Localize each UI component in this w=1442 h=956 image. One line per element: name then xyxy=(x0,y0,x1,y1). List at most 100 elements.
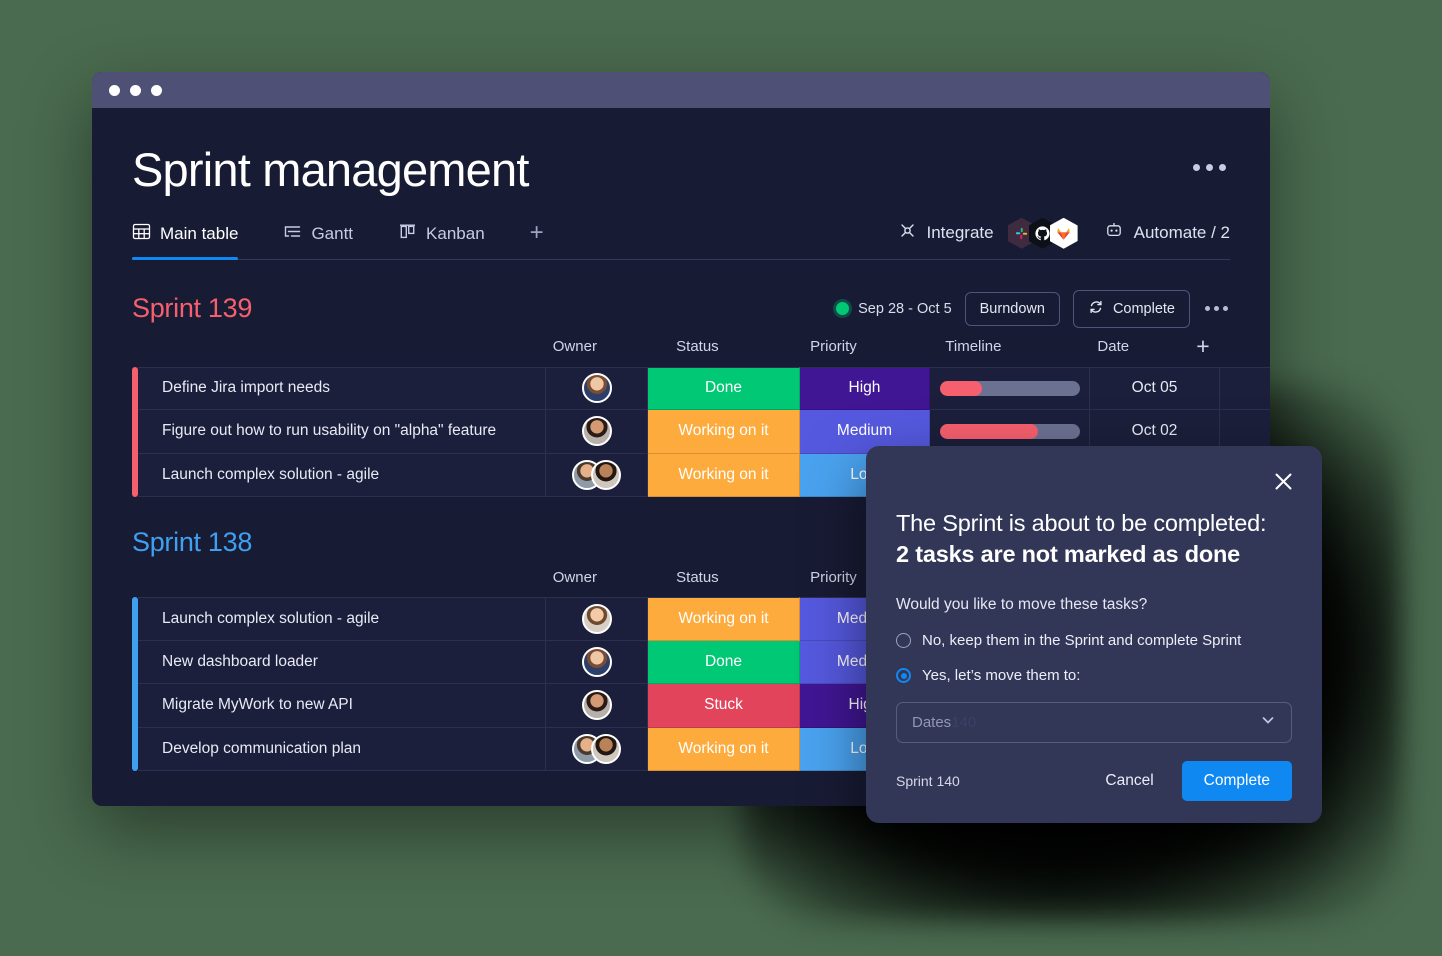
sprint-date-range: Sep 28 - Oct 5 xyxy=(836,301,952,317)
status-cell[interactable]: Working on it xyxy=(648,597,800,641)
avatar[interactable] xyxy=(591,733,621,764)
owner-cell[interactable] xyxy=(546,597,648,641)
tab-main-table-label: Main table xyxy=(160,223,239,243)
owner-cell[interactable] xyxy=(546,727,648,772)
dialog-footer-note: Sprint 140 xyxy=(896,773,960,789)
add-view-button[interactable]: + xyxy=(530,220,544,257)
column-header-owner[interactable]: Owner xyxy=(526,338,624,355)
task-name-cell[interactable]: Define Jira import needs xyxy=(138,366,546,411)
owner-avatars xyxy=(581,373,612,404)
board-tools: Integrate Automate / 2 xyxy=(898,217,1230,259)
column-header-timeline[interactable]: Timeline xyxy=(896,338,1050,355)
tab-gantt[interactable]: Gantt xyxy=(283,219,370,259)
column-header-owner[interactable]: Owner xyxy=(526,569,624,586)
gantt-icon xyxy=(283,222,302,246)
avatar[interactable] xyxy=(581,416,612,447)
timeline-bar[interactable] xyxy=(939,423,1080,439)
owner-cell[interactable] xyxy=(546,684,648,728)
status-cell[interactable]: Working on it xyxy=(648,410,800,454)
screenshot-stage: Sprint management Main table Gantt Kanba… xyxy=(0,0,1442,956)
window-dot-minimize[interactable] xyxy=(130,84,141,96)
status-cell[interactable]: Working on it xyxy=(648,727,800,772)
integrate-button[interactable]: Integrate xyxy=(898,217,1078,249)
window-dot-maximize[interactable] xyxy=(151,84,162,96)
gitlab-icon xyxy=(1049,217,1078,249)
window-dot-close[interactable] xyxy=(109,84,120,96)
tab-kanban-label: Kanban xyxy=(426,223,485,243)
close-icon[interactable] xyxy=(1266,464,1300,498)
tab-kanban[interactable]: Kanban xyxy=(398,219,502,259)
robot-icon xyxy=(1104,221,1124,246)
dialog-heading: The Sprint is about to be completed: 2 t… xyxy=(896,508,1292,570)
status-cell[interactable]: Stuck xyxy=(648,684,800,728)
burndown-button[interactable]: Burndown xyxy=(964,291,1060,326)
group-header: Sprint 139 Sep 28 - Oct 5 Burndown Compl… xyxy=(132,289,1230,328)
sprint-date-range-label: Sep 28 - Oct 5 xyxy=(858,300,952,317)
status-cell[interactable]: Working on it xyxy=(648,453,800,498)
window-titlebar xyxy=(92,72,1270,108)
kanban-icon xyxy=(398,222,417,246)
table-icon xyxy=(132,222,151,246)
option-keep-in-sprint[interactable]: No, keep them in the Sprint and complete… xyxy=(896,632,1292,649)
complete-button[interactable]: Complete xyxy=(1181,761,1292,801)
task-name-cell[interactable]: New dashboard loader xyxy=(138,640,546,685)
dialog-actions: Cancel Complete xyxy=(1093,761,1292,801)
task-name-cell[interactable]: Figure out how to run usability on "alph… xyxy=(138,410,546,454)
owner-avatars xyxy=(572,459,621,490)
title-row: Sprint management xyxy=(132,130,1230,196)
cancel-button[interactable]: Cancel xyxy=(1093,763,1165,799)
owner-cell[interactable] xyxy=(546,453,648,498)
avatar[interactable] xyxy=(581,603,612,634)
column-headers: OwnerStatusPriorityTimelineDate+ xyxy=(132,332,1230,362)
avatar[interactable] xyxy=(581,690,612,721)
live-status-icon xyxy=(836,302,850,316)
column-header-status[interactable]: Status xyxy=(624,569,771,586)
option-move-tasks[interactable]: Yes, let’s move them to: xyxy=(896,667,1292,684)
automate-button[interactable]: Automate / 2 xyxy=(1104,221,1230,246)
integration-avatars[interactable] xyxy=(1007,217,1078,249)
owner-avatars xyxy=(581,416,612,447)
status-cell[interactable]: Done xyxy=(648,640,800,685)
move-target-value-text: Dates xyxy=(912,714,952,732)
complete-sprint-button[interactable]: Complete xyxy=(1072,289,1190,328)
owner-cell[interactable] xyxy=(546,366,648,411)
avatar[interactable] xyxy=(581,373,612,404)
task-name-cell[interactable]: Migrate MyWork to new API xyxy=(138,684,546,728)
move-target-select[interactable]: Dates 140 xyxy=(896,702,1292,744)
date-cell[interactable]: Oct 05 xyxy=(1090,366,1220,411)
avatar[interactable] xyxy=(581,646,612,677)
board-menu-icon[interactable] xyxy=(1189,160,1230,175)
tab-gantt-label: Gantt xyxy=(311,223,354,243)
task-name-cell[interactable]: Develop communication plan xyxy=(138,727,546,772)
column-header-date[interactable]: Date xyxy=(1051,338,1176,355)
tab-main-table[interactable]: Main table xyxy=(132,219,255,260)
view-tabs-row: Main table Gantt Kanban + Integrate Auto… xyxy=(132,217,1230,260)
radio-icon-keep[interactable] xyxy=(896,633,911,649)
chevron-down-icon xyxy=(1260,712,1276,733)
view-tabs: Main table Gantt Kanban + xyxy=(132,219,544,260)
status-cell[interactable]: Done xyxy=(648,366,800,411)
dialog-heading-line2: 2 tasks are not marked as done xyxy=(896,541,1241,568)
column-header-priority[interactable]: Priority xyxy=(771,338,896,355)
timeline-bar[interactable] xyxy=(939,380,1080,396)
owner-cell[interactable] xyxy=(546,410,648,454)
priority-cell[interactable]: High xyxy=(800,366,930,411)
integrate-label: Integrate xyxy=(926,223,994,243)
owner-avatars xyxy=(581,646,612,677)
group-menu-icon[interactable] xyxy=(1203,300,1230,317)
column-header-status[interactable]: Status xyxy=(624,338,771,355)
dialog-footer: Sprint 140 Cancel Complete xyxy=(896,761,1292,801)
row-add-cell[interactable] xyxy=(1220,366,1270,411)
timeline-cell[interactable] xyxy=(930,366,1090,411)
avatar[interactable] xyxy=(591,459,621,490)
owner-cell[interactable] xyxy=(546,640,648,685)
group-title[interactable]: Sprint 138 xyxy=(132,527,252,558)
task-name-cell[interactable]: Launch complex solution - agile xyxy=(138,597,546,641)
table-row[interactable]: Define Jira import needs Done High Oct 0… xyxy=(138,366,1270,411)
radio-icon-move[interactable] xyxy=(896,668,911,684)
owner-avatars xyxy=(581,603,612,634)
sprint-cycle-icon xyxy=(1088,299,1104,319)
task-name-cell[interactable]: Launch complex solution - agile xyxy=(138,453,546,498)
group-title[interactable]: Sprint 139 xyxy=(132,293,252,324)
add-column-button[interactable]: + xyxy=(1176,333,1230,360)
